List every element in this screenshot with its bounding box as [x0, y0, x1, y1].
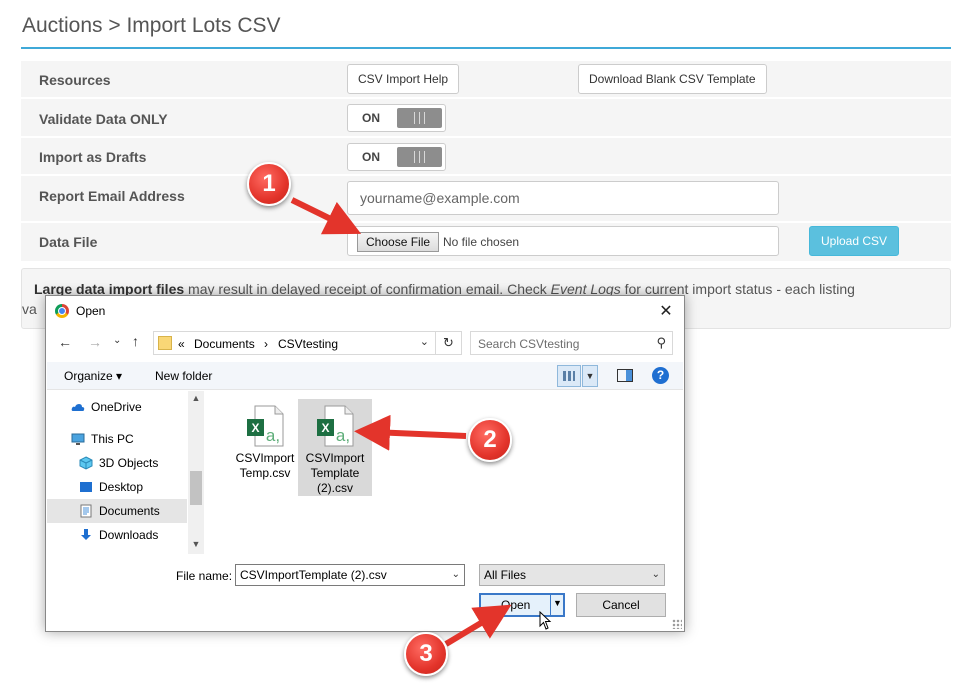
scroll-down-icon[interactable]: ▼ [188, 539, 204, 549]
email-row: Report Email Address [21, 175, 951, 221]
open-file-dialog: Open ✕ ← → ⌄ ↑ « Documents › CSVtesting … [45, 295, 685, 632]
svg-text:X: X [321, 421, 329, 435]
chrome-icon [55, 304, 69, 318]
3d-objects-icon [79, 456, 93, 470]
back-arrow-icon[interactable]: ← [58, 334, 72, 350]
scroll-up-icon[interactable]: ▲ [188, 393, 204, 403]
toggle-on-text: ON [362, 111, 380, 125]
choose-file-button[interactable]: Choose File [357, 232, 440, 252]
excel-csv-file-icon: X a, [317, 405, 354, 447]
nav-item-3d-objects[interactable]: 3D Objects [47, 451, 187, 475]
organize-menu[interactable]: Organize ▾ [64, 369, 122, 383]
resources-row: Resources CSV Import Help Download Blank… [21, 60, 951, 97]
page-title: Auctions > Import Lots CSV [22, 14, 281, 37]
file-name-label: CSVImport Temp.csv [235, 451, 295, 480]
preview-pane-icon[interactable] [617, 369, 633, 382]
email-input[interactable] [347, 181, 779, 215]
open-dropdown-icon[interactable]: ▼ [553, 598, 562, 608]
this-pc-icon [71, 433, 85, 445]
nav-item-onedrive[interactable]: OneDrive [47, 395, 187, 419]
toggle-knob [397, 147, 442, 167]
chevron-down-icon[interactable]: ⌄ [452, 569, 460, 580]
nav-item-downloads[interactable]: Downloads [47, 523, 187, 547]
file-name-label: File name: [176, 569, 233, 583]
documents-icon [80, 504, 92, 518]
notice-text-line2: va [22, 301, 37, 317]
resources-label: Resources [39, 72, 111, 88]
onedrive-icon [71, 404, 85, 411]
step-2-badge: 2 [468, 418, 512, 462]
step-1-badge: 1 [247, 162, 291, 206]
datafile-row: Data File Choose File No file chosen Upl… [21, 222, 951, 261]
toggle-on-text: ON [362, 150, 380, 164]
dialog-title: Open [76, 304, 106, 318]
svg-text:a,: a, [336, 426, 350, 445]
breadcrumb-documents[interactable]: Documents [194, 337, 255, 351]
file-name-label: CSVImport Template (2).csv [305, 451, 365, 495]
toggle-knob [397, 108, 442, 128]
file-item-csvimport-temp[interactable]: X a, CSVImport Temp.csv [228, 399, 302, 496]
file-name-input[interactable]: CSVImportTemplate (2).csv ⌄ [235, 564, 465, 586]
scroll-thumb[interactable] [190, 471, 202, 505]
no-file-text: No file chosen [443, 235, 520, 249]
chevron-down-icon: ⌄ [651, 569, 660, 580]
search-box[interactable]: Search CSVtesting ⚲ [470, 331, 673, 355]
recent-locations-chevron-icon[interactable]: ⌄ [113, 335, 121, 346]
address-bar[interactable]: « Documents › CSVtesting ⌄ [153, 331, 462, 355]
forward-arrow-icon[interactable]: → [88, 334, 102, 350]
search-placeholder: Search CSVtesting [478, 337, 580, 351]
drafts-row: Import as Drafts ON [21, 137, 951, 174]
validate-label: Validate Data ONLY [39, 111, 168, 127]
drafts-label: Import as Drafts [39, 149, 147, 165]
downloads-icon [81, 529, 91, 540]
dialog-titlebar[interactable]: Open ✕ [46, 296, 684, 326]
nav-item-this-pc[interactable]: This PC [47, 427, 187, 451]
refresh-icon[interactable]: ↻ [435, 331, 462, 355]
breadcrumb-separator: › [264, 337, 268, 351]
mouse-pointer-icon [539, 611, 552, 630]
nav-scrollbar[interactable]: ▲ ▼ [188, 391, 204, 554]
title-divider [21, 47, 951, 49]
download-template-button[interactable]: Download Blank CSV Template [578, 64, 767, 94]
up-arrow-icon[interactable]: ↑ [132, 333, 139, 349]
file-type-select[interactable]: All Files ⌄ [479, 564, 665, 586]
nav-item-desktop[interactable]: Desktop [47, 475, 187, 499]
breadcrumb-csvtesting[interactable]: CSVtesting [278, 337, 338, 351]
file-input: Choose File No file chosen [347, 226, 779, 256]
file-list: X a, CSVImport Temp.csv X a, CSVImport Tem… [204, 391, 684, 554]
resize-grip-icon[interactable] [672, 619, 682, 629]
breadcrumb-overflow[interactable]: « [178, 337, 185, 351]
dialog-toolbar: Organize ▾ New folder ▼ ? [47, 362, 683, 390]
validate-row: Validate Data ONLY ON [21, 98, 951, 136]
nav-item-documents[interactable]: Documents [47, 499, 187, 523]
csv-import-help-button[interactable]: CSV Import Help [347, 64, 460, 94]
upload-csv-button[interactable]: Upload CSV [809, 226, 900, 256]
search-icon: ⚲ [656, 335, 666, 350]
navigation-pane: OneDrive This PC 3D Objects Desktop Docu… [47, 391, 204, 554]
svg-text:X: X [251, 421, 259, 435]
excel-csv-file-icon: X a, [247, 405, 284, 447]
drafts-toggle[interactable]: ON [347, 143, 446, 171]
chevron-down-icon[interactable]: ⌄ [420, 335, 429, 348]
svg-text:a,: a, [266, 426, 280, 445]
new-folder-button[interactable]: New folder [155, 369, 212, 383]
view-options-icon[interactable] [557, 365, 581, 387]
step-3-badge: 3 [404, 632, 448, 676]
close-icon[interactable]: ✕ [656, 301, 676, 321]
email-label: Report Email Address [39, 188, 185, 204]
desktop-icon [80, 482, 92, 492]
validate-toggle[interactable]: ON [347, 104, 446, 132]
help-icon[interactable]: ? [652, 367, 669, 384]
datafile-label: Data File [39, 234, 98, 250]
folder-icon [158, 336, 172, 350]
file-item-csvimport-template-2[interactable]: X a, CSVImport Template (2).csv [298, 399, 372, 496]
cancel-button[interactable]: Cancel [576, 593, 666, 617]
view-dropdown-icon[interactable]: ▼ [582, 365, 598, 387]
